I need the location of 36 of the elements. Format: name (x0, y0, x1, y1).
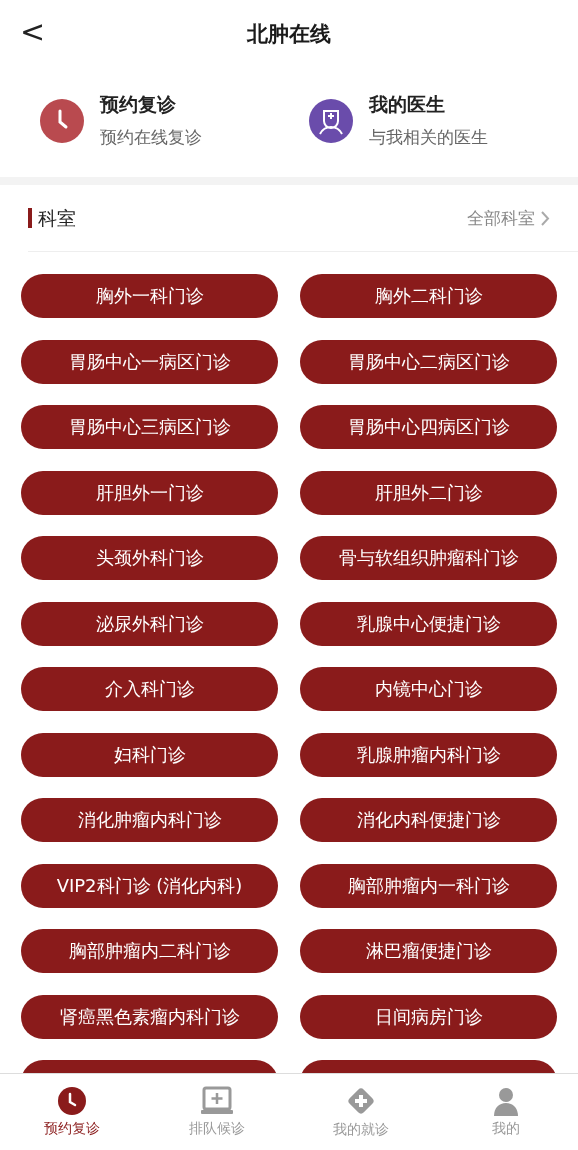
back-button[interactable]: < (14, 14, 52, 49)
department-button[interactable]: 胸外一科门诊 (21, 274, 278, 318)
department-button[interactable]: 胃肠中心三病区门诊 (21, 405, 278, 449)
department-button[interactable]: 胸部肿瘤内二科门诊 (21, 929, 278, 973)
monitor-icon (199, 1086, 234, 1116)
department-button[interactable]: 胸外二科门诊 (300, 274, 557, 318)
shortcut-subtitle: 预约在线复诊 (100, 126, 202, 149)
department-button[interactable]: 介入科门诊 (21, 667, 278, 711)
department-button[interactable]: 肝胆外二门诊 (300, 470, 557, 515)
department-button[interactable]: 妇科门诊 (21, 732, 278, 777)
department-button[interactable]: 胃肠中心四病区门诊 (300, 405, 557, 449)
shortcut-title[interactable]: 我的医生 (369, 92, 488, 118)
department-button[interactable]: 消化内科便捷门诊 (300, 798, 557, 842)
department-button[interactable]: VIP2科门诊 (消化内科) (21, 863, 278, 908)
department-button[interactable]: 乳腺中心便捷门诊 (300, 601, 557, 646)
shortcut-subtitle: 与我相关的医生 (369, 126, 488, 149)
department-button[interactable]: 头颈外科门诊 (21, 536, 278, 580)
department-button[interactable]: 日间病房门诊 (300, 994, 557, 1039)
section-title: 科室 (28, 208, 76, 228)
department-button[interactable]: 乳腺肿瘤内科门诊 (300, 732, 557, 777)
tab-bar-item[interactable]: 预约复诊 (0, 1074, 145, 1150)
department-button[interactable]: 胸部肿瘤内一科门诊 (300, 863, 557, 908)
department-button[interactable]: 肾癌黑色素瘤内科门诊 (21, 994, 278, 1039)
clock-icon (57, 1086, 88, 1116)
department-button[interactable]: 内镜中心门诊 (300, 667, 557, 711)
chevron-right-icon (541, 210, 550, 226)
department-button[interactable]: 胃肠中心一病区门诊 (21, 339, 278, 384)
department-button[interactable]: 消化肿瘤内科门诊 (21, 798, 278, 842)
department-button[interactable]: 胃肠中心二病区门诊 (300, 339, 557, 384)
department-button[interactable]: 泌尿外科门诊 (21, 601, 278, 646)
shortcut-title[interactable]: 预约复诊 (100, 92, 202, 118)
department-button[interactable]: 淋巴瘤便捷门诊 (300, 929, 557, 973)
page-title: 北肿在线 (247, 21, 331, 48)
department-button[interactable]: 骨与软组织肿瘤科门诊 (300, 536, 557, 580)
all-departments-link[interactable]: 全部科室 (467, 206, 550, 230)
department-button[interactable]: 肝胆外一门诊 (21, 470, 278, 515)
